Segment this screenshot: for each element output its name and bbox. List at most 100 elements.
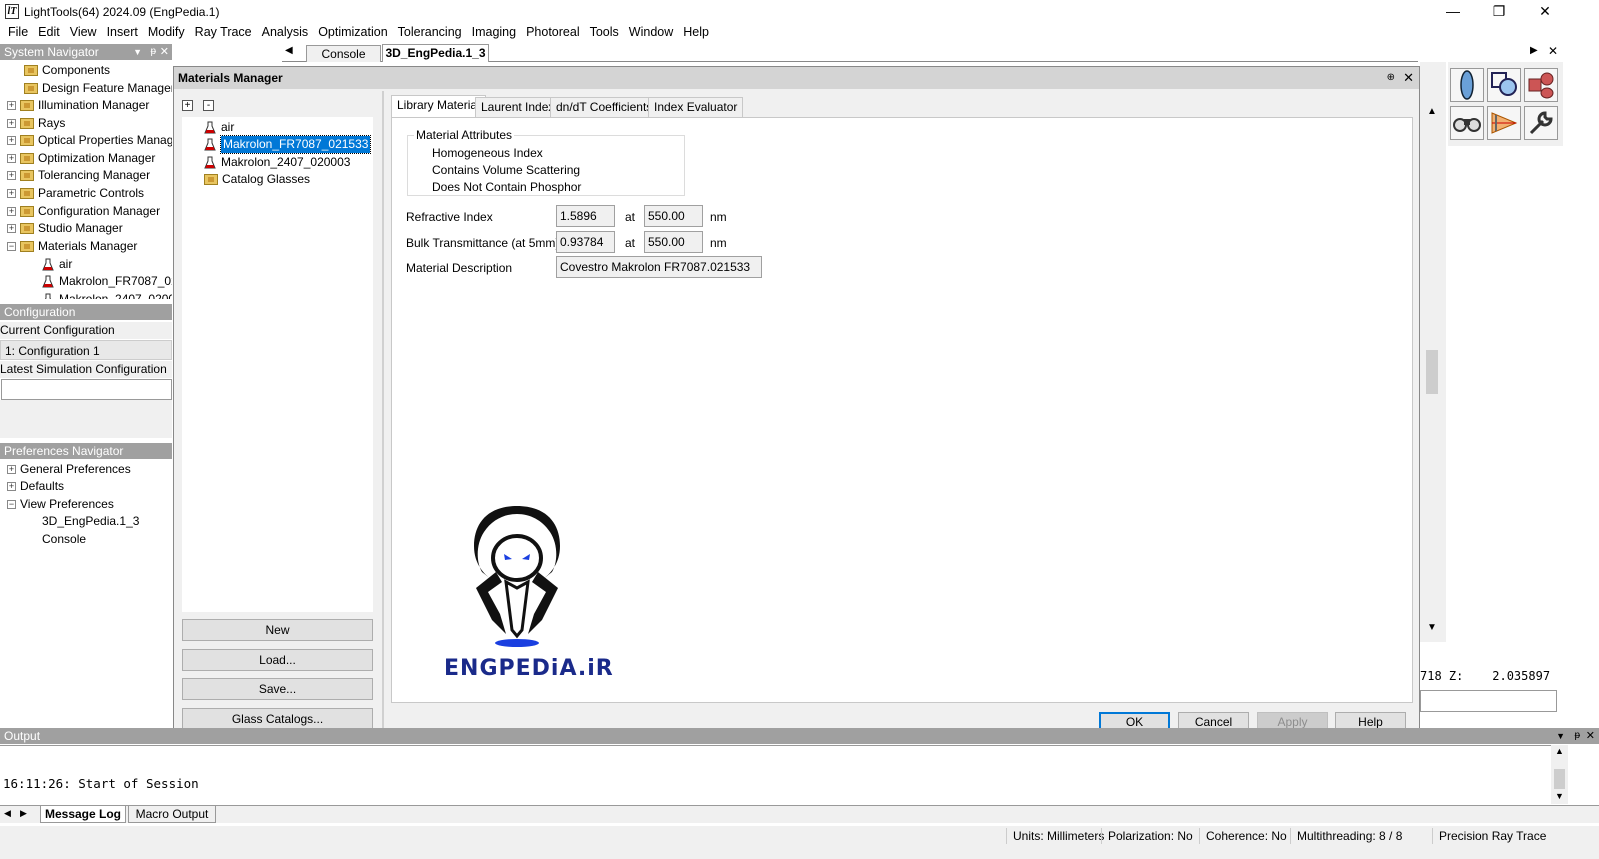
tree-item-materials[interactable]: − Materials Manager	[7, 238, 137, 255]
menu-imaging[interactable]: Imaging	[467, 24, 521, 42]
tab-dndt-coefficients[interactable]: dn/dT Coefficients	[550, 97, 659, 117]
menu-tools[interactable]: Tools	[585, 24, 624, 42]
expand-icon[interactable]: +	[7, 154, 16, 163]
menu-view[interactable]: View	[65, 24, 102, 42]
tab-scroll-left-icon[interactable]: ◀	[4, 808, 11, 819]
save-button[interactable]: Save...	[182, 678, 373, 700]
pref-view-3d[interactable]: 3D_EngPedia.1_3	[42, 513, 139, 530]
tree-item-material-air[interactable]: air	[42, 256, 72, 273]
expand-icon[interactable]: +	[7, 101, 16, 110]
collapse-icon[interactable]: −	[7, 500, 16, 509]
pref-view[interactable]: − View Preferences	[7, 496, 114, 513]
menu-edit[interactable]: Edit	[33, 24, 65, 42]
tree-item-illumination[interactable]: + Illumination Manager	[7, 97, 149, 114]
tree-item-optimization[interactable]: + Optimization Manager	[7, 150, 155, 167]
tree-item-optical-properties[interactable]: + Optical Properties Manag	[7, 132, 172, 149]
freeform-tool-icon[interactable]	[1487, 68, 1521, 102]
expand-all-button[interactable]: +	[182, 100, 193, 111]
receiver-tool-icon[interactable]	[1450, 106, 1484, 140]
menu-window[interactable]: Window	[624, 24, 678, 42]
pin-icon[interactable]: ᵽ	[150, 44, 156, 60]
expand-icon[interactable]: +	[7, 465, 16, 474]
glass-catalogs-button[interactable]: Glass Catalogs...	[182, 708, 373, 730]
command-input[interactable]	[1420, 690, 1557, 712]
pref-view-console[interactable]: Console	[42, 531, 86, 548]
menu-analysis[interactable]: Analysis	[257, 24, 314, 42]
expand-icon[interactable]: +	[7, 207, 16, 216]
tree-item-configuration[interactable]: + Configuration Manager	[7, 203, 160, 220]
dropdown-icon[interactable]: ▼	[133, 44, 142, 60]
menu-help[interactable]: Help	[678, 24, 714, 42]
tree-item-tolerancing[interactable]: + Tolerancing Manager	[7, 167, 150, 184]
tree-item-design-feature[interactable]: Design Feature Manager	[24, 80, 172, 97]
expand-icon[interactable]: +	[7, 224, 16, 233]
dialog-pin-icon[interactable]: ⊕	[1387, 67, 1395, 89]
menu-file[interactable]: File	[3, 24, 33, 42]
tree-item-rays[interactable]: + Rays	[7, 115, 65, 132]
menu-tolerancing[interactable]: Tolerancing	[393, 24, 467, 42]
scroll-thumb[interactable]	[1554, 769, 1565, 789]
tree-item-material-2407[interactable]: Makrolon_2407_0200	[42, 291, 172, 299]
tab-library-material[interactable]: Library Material	[391, 95, 486, 117]
refractive-index-wavelength-field[interactable]: 550.00	[644, 205, 703, 227]
close-button[interactable]: ✕	[1522, 0, 1568, 24]
dropdown-icon[interactable]: ▼	[1556, 728, 1565, 744]
tab-scroll-left-icon[interactable]: ◀	[285, 45, 293, 56]
scroll-up-icon[interactable]: ▲	[1427, 106, 1437, 117]
menu-modify[interactable]: Modify	[143, 24, 190, 42]
latest-configuration-field[interactable]	[1, 379, 172, 400]
load-button[interactable]: Load...	[182, 649, 373, 671]
close-icon[interactable]: ✕	[1586, 728, 1595, 744]
dialog-close-icon[interactable]: ✕	[1403, 67, 1414, 89]
lens-tool-icon[interactable]	[1450, 68, 1484, 102]
expand-icon[interactable]: +	[7, 119, 16, 128]
menu-insert[interactable]: Insert	[102, 24, 143, 42]
expand-icon[interactable]: +	[7, 189, 16, 198]
view-scrollbar[interactable]: ▲ ▼	[1420, 62, 1446, 642]
pin-icon[interactable]: ᵽ	[1574, 728, 1580, 744]
restore-button[interactable]: ❐	[1476, 0, 1522, 24]
pref-general[interactable]: + General Preferences	[7, 461, 131, 478]
output-scrollbar[interactable]: ▲ ▼	[1551, 745, 1568, 804]
current-configuration-select[interactable]: 1: Configuration 1	[0, 340, 172, 360]
close-icon[interactable]: ✕	[160, 44, 169, 60]
bulk-transmittance-field[interactable]: 0.93784	[556, 231, 615, 253]
menu-photoreal[interactable]: Photoreal	[521, 24, 585, 42]
expand-icon[interactable]: +	[7, 171, 16, 180]
material-item-2407[interactable]: Makrolon_2407_020003	[204, 154, 350, 171]
tab-macro-output[interactable]: Macro Output	[128, 806, 216, 823]
bulk-transmittance-wavelength-field[interactable]: 550.00	[644, 231, 703, 253]
pane-divider[interactable]	[382, 91, 384, 743]
close-doc-icon[interactable]: ✕	[1548, 44, 1558, 58]
scroll-thumb[interactable]	[1426, 350, 1438, 394]
tab-scroll-right-icon[interactable]: ▶	[20, 808, 27, 819]
refractive-index-field[interactable]: 1.5896	[556, 205, 615, 227]
scroll-down-icon[interactable]: ▼	[1427, 622, 1437, 633]
tree-item-studio[interactable]: + Studio Manager	[7, 220, 123, 237]
collapse-all-button[interactable]: -	[203, 100, 214, 111]
tree-item-components[interactable]: Components	[24, 62, 110, 79]
scroll-up-icon[interactable]: ▲	[1555, 746, 1564, 756]
pref-defaults[interactable]: + Defaults	[7, 478, 64, 495]
new-button[interactable]: New	[182, 619, 373, 641]
tab-scroll-right-icon[interactable]: ▶	[1530, 45, 1538, 56]
tab-message-log[interactable]: Message Log	[40, 806, 126, 823]
menu-optimization[interactable]: Optimization	[313, 24, 392, 42]
material-item-fr7087[interactable]: Makrolon_FR7087_021533	[204, 135, 372, 154]
wrench-tool-icon[interactable]	[1524, 106, 1558, 140]
material-description-field[interactable]: Covestro Makrolon FR7087.021533	[556, 256, 762, 278]
menu-ray-trace[interactable]: Ray Trace	[190, 24, 257, 42]
tab-laurent-index[interactable]: Laurent Index	[475, 97, 561, 117]
tab-index-evaluator[interactable]: Index Evaluator	[648, 97, 744, 117]
material-item-air[interactable]: air	[204, 119, 234, 136]
minimize-button[interactable]: —	[1430, 0, 1476, 24]
collapse-icon[interactable]: −	[7, 242, 16, 251]
solids-tool-icon[interactable]	[1524, 68, 1558, 102]
expand-icon[interactable]: +	[7, 482, 16, 491]
tree-item-parametric[interactable]: + Parametric Controls	[7, 185, 144, 202]
expand-icon[interactable]: +	[7, 136, 16, 145]
tab-console[interactable]: Console	[306, 45, 381, 62]
tree-item-material-fr7087[interactable]: Makrolon_FR7087_02	[42, 273, 172, 290]
material-item-catalog[interactable]: Catalog Glasses	[204, 171, 310, 188]
source-tool-icon[interactable]	[1487, 106, 1521, 140]
